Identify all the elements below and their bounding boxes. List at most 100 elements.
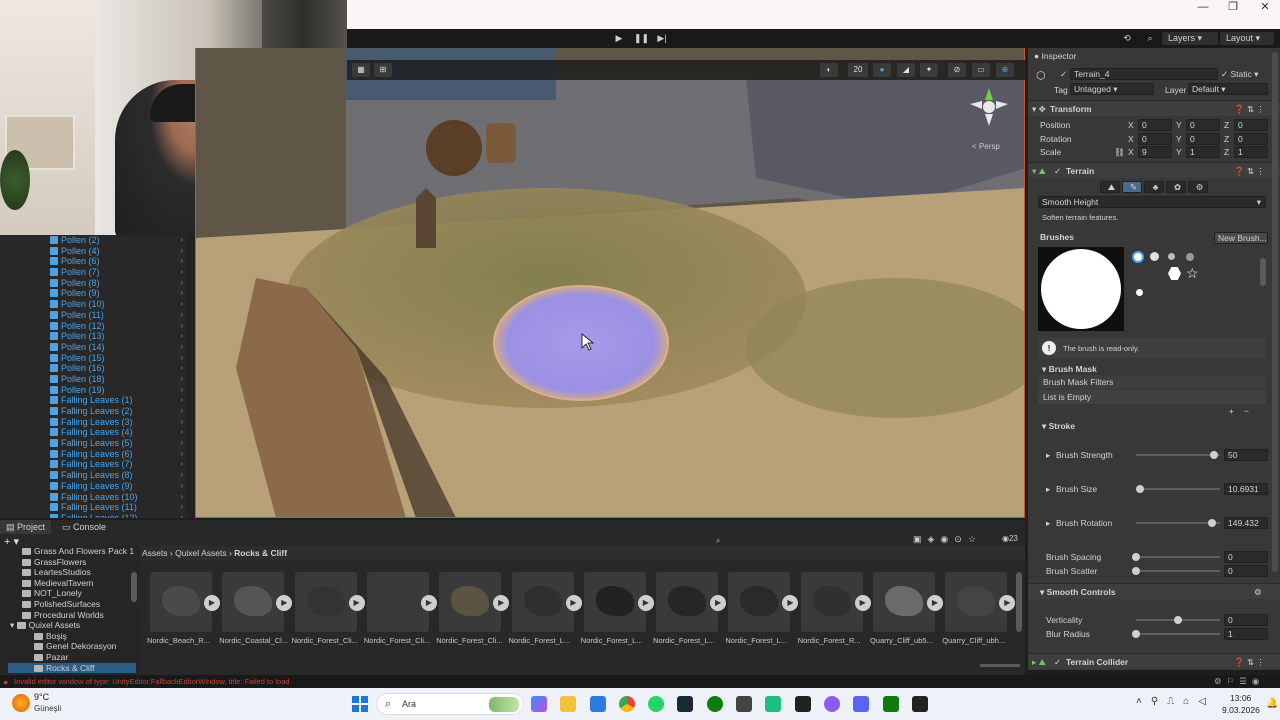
hierarchy-item[interactable]: Pollen (16) › [0,363,195,374]
asset-thumbnail[interactable] [366,572,429,632]
hierarchy-item[interactable]: Pollen (12) › [0,321,195,332]
grid-icon[interactable]: ▦ [352,63,370,77]
asset-label[interactable]: Nordic_Coastal_Cl... [219,636,289,645]
asset-label[interactable]: Nordic_Forest_R... [798,636,868,645]
orientation-gizmo-icon[interactable] [968,86,1010,128]
folder-item[interactable]: LeartesStudios [22,567,91,578]
asset-label[interactable]: Nordic_Forest_L... [725,636,795,645]
taskbar-search[interactable]: ⌕ Ara [376,693,524,715]
epic-games-icon[interactable] [795,696,811,712]
rotation-y-field[interactable]: 0 [1186,133,1220,145]
position-y-field[interactable]: 0 [1186,119,1220,131]
inspector-tab[interactable]: ● Inspector [1034,51,1076,61]
terrain-collider-header[interactable]: ▸ ⛰ ✓ Terrain Collider ❓ ⇅ ⋮ [1028,653,1280,669]
static-toggle[interactable]: ✓ Static ▾ [1221,69,1258,80]
asset-thumbnail[interactable] [800,572,863,632]
scale-y-field[interactable]: 1 [1186,146,1220,158]
layout-dropdown[interactable]: Layout ▾ [1220,32,1274,45]
history-icon[interactable]: ⟲ [1120,32,1134,45]
chevron-right-icon[interactable]: › [180,374,183,385]
asset-label[interactable]: Quarry_Cliff_ubh... [942,636,1012,645]
xbox-app-icon[interactable] [883,696,899,712]
asset-thumbnail[interactable] [873,572,935,632]
raise-terrain-icon[interactable]: ⛰ [1100,181,1120,193]
xbox-icon[interactable] [707,696,723,712]
gizmos-icon[interactable]: ⊕ [996,63,1014,77]
asset-label[interactable]: Nordic_Forest_L... [581,636,651,645]
hierarchy-item[interactable]: Falling Leaves (3) › [0,417,195,428]
settings-icon[interactable]: ⚙ [1188,181,1208,193]
app-icon[interactable] [765,696,781,712]
chevron-right-icon[interactable]: › [180,331,183,342]
stroke-title[interactable]: ▾ Stroke [1042,421,1075,432]
collider-enabled-checkbox[interactable]: ✓ [1054,657,1061,668]
brush-spacing-slider-knob[interactable] [1132,553,1140,561]
breadcrumb-item[interactable]: Quixel Assets [175,548,227,558]
hierarchy-item[interactable]: Pollen (14) › [0,342,195,353]
chevron-right-icon[interactable]: › [180,449,183,460]
asset-thumbnail[interactable] [656,572,719,632]
asset-thumbnail[interactable] [945,572,1008,632]
asset-label[interactable]: Nordic_Forest_Cli... [292,636,362,645]
folder-item[interactable]: NOT_Lonely [22,588,82,599]
brush-mask-title[interactable]: ▾ Brush Mask [1042,364,1097,375]
hierarchy-item[interactable]: Falling Leaves (7) › [0,459,195,470]
project-tab[interactable]: ▤ Project [0,520,52,534]
hierarchy-item[interactable]: Pollen (15) › [0,353,195,364]
expand-prefab-icon[interactable]: ▶ [637,595,654,611]
asset-label[interactable]: Nordic_Forest_L... [653,636,723,645]
brush-rotation-slider-knob[interactable] [1207,519,1216,527]
expand-icon[interactable]: ▸ [1046,450,1050,461]
hierarchy-item[interactable]: Pollen (19) › [0,385,195,396]
expand-prefab-icon[interactable]: ▶ [854,595,871,611]
hierarchy-item[interactable]: Pollen (9) › [0,288,195,299]
expand-prefab-icon[interactable]: ▶ [204,595,220,611]
new-brush-button[interactable]: New Brush... [1214,232,1268,244]
chevron-right-icon[interactable]: › [180,299,183,310]
scene-view[interactable] [195,48,1025,518]
expand-prefab-icon[interactable]: ▶ [348,595,365,611]
asset-thumbnail[interactable] [150,572,212,632]
brush-spacing-field[interactable]: 0 [1224,551,1268,563]
collider-menu-icon[interactable]: ❓ ⇅ ⋮ [1234,657,1265,668]
clock-date[interactable]: 9.03.2026 [1222,705,1260,715]
terrain-enabled-checkbox[interactable]: ✓ [1054,166,1061,177]
hierarchy-item[interactable]: Falling Leaves (9) › [0,481,195,492]
folder-tree-scrollbar[interactable] [131,572,137,602]
asset-thumbnail[interactable] [294,572,357,632]
asset-label[interactable]: Nordic_Forest_L... [509,636,579,645]
hierarchy-item[interactable]: Falling Leaves (1) › [0,395,195,406]
gizmo-count[interactable]: 20 [848,63,868,77]
hierarchy-item[interactable]: Pollen (4) › [0,246,195,257]
constrain-scale-icon[interactable]: ⛓ [1114,147,1125,158]
chevron-right-icon[interactable]: › [180,492,183,503]
chevron-right-icon[interactable]: › [180,256,183,267]
step-button[interactable]: ▶| [655,32,669,45]
chevron-right-icon[interactable]: › [180,395,183,406]
breadcrumb-item[interactable]: Assets [142,548,168,558]
remove-mask-icon[interactable]: − [1244,406,1249,416]
paint-terrain-icon[interactable]: ✎ [1122,181,1142,193]
asset-grid-scrollbar[interactable] [1016,572,1022,632]
light-icon[interactable]: ● [873,63,891,77]
chevron-right-icon[interactable]: › [180,427,183,438]
expand-prefab-icon[interactable]: ▶ [927,595,943,611]
snap-icon[interactable]: ⊞ [374,63,392,77]
blur-radius-slider-knob[interactable] [1132,630,1140,638]
clock-time[interactable]: 13:06 [1230,693,1251,703]
hidden-icon[interactable]: ⊘ [948,63,966,77]
folder-item[interactable]: PolishedSurfaces [22,599,100,610]
hierarchy-item[interactable]: Pollen (8) › [0,278,195,289]
chevron-right-icon[interactable]: › [180,235,183,246]
chevron-right-icon[interactable]: › [180,246,183,257]
persp-label[interactable]: < Persp [972,142,1000,151]
hierarchy-item[interactable]: Falling Leaves (12) › [0,513,195,518]
effects-icon[interactable]: ✦ [920,63,938,77]
pause-button[interactable]: ❚❚ [634,32,649,45]
thumbnail-size-slider[interactable] [980,664,1020,667]
status-icons[interactable]: ⚙⚐☰◉ [1214,676,1264,687]
layers-dropdown[interactable]: Layers ▾ [1162,32,1218,45]
folder-item[interactable]: Genel Dekorasyon [34,641,116,652]
chevron-right-icon[interactable]: › [180,310,183,321]
maximize-icon[interactable]: ❐ [1218,0,1248,14]
